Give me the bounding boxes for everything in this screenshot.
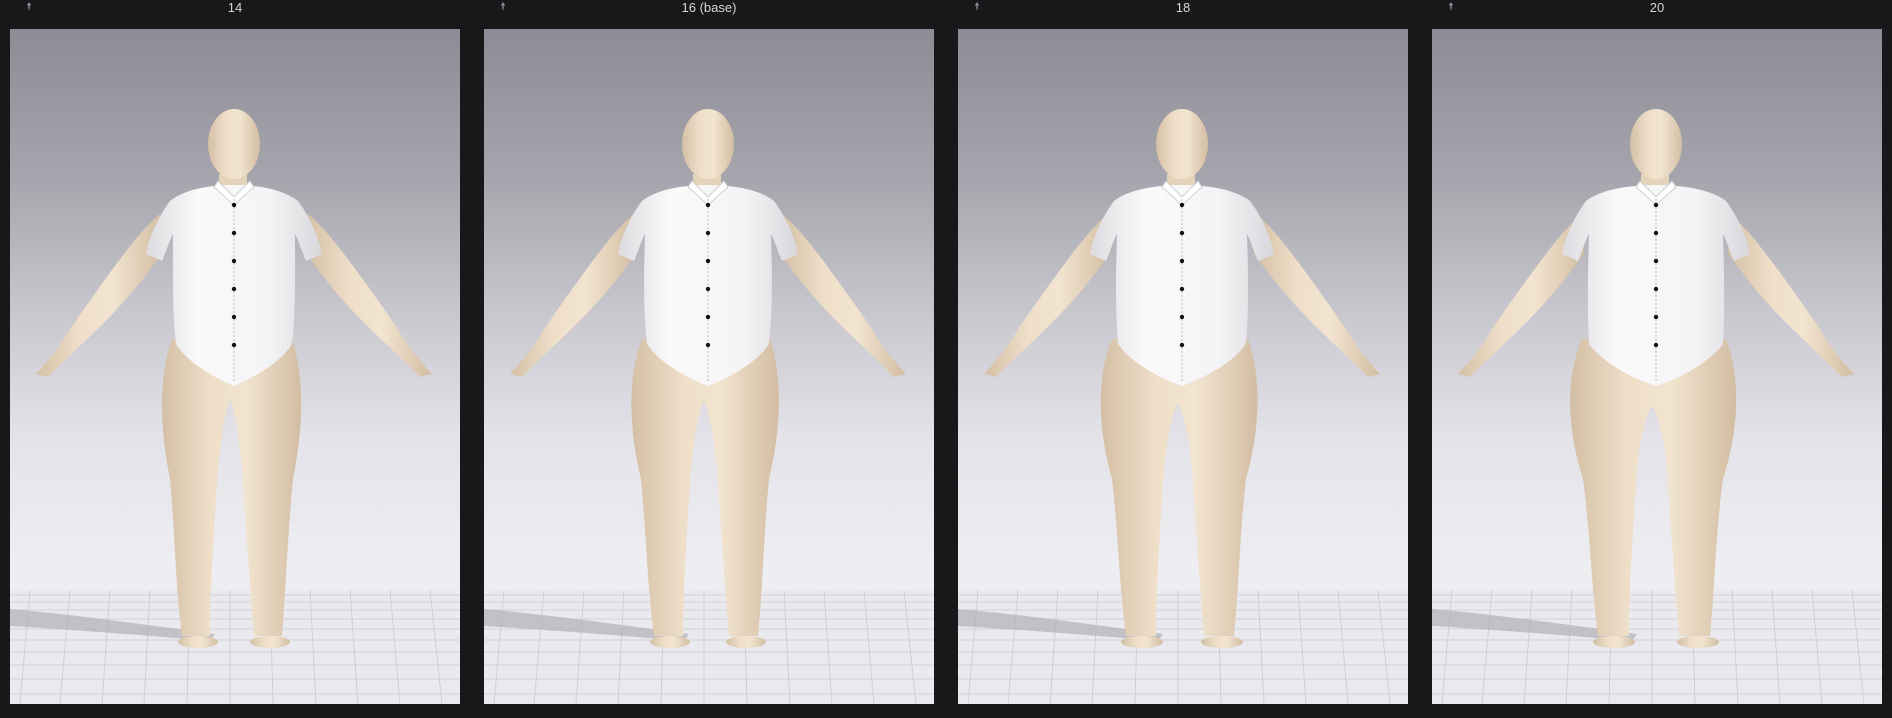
- viewport-panel-3: 18: [958, 0, 1408, 718]
- avatar-scene: [958, 109, 1408, 704]
- 3d-viewport[interactable]: [484, 29, 934, 704]
- avatar: [510, 109, 906, 648]
- 3d-viewport[interactable]: [1432, 29, 1882, 704]
- panel-header: 16 (base): [484, 0, 934, 28]
- size-label: 20: [1649, 0, 1665, 15]
- avatar: [984, 109, 1380, 648]
- 3d-viewport[interactable]: [10, 29, 460, 704]
- 3d-viewport[interactable]: [958, 29, 1408, 704]
- floor-grid: [484, 589, 934, 704]
- avatar-scene: [10, 109, 460, 704]
- viewport-panel-2: 16 (base): [484, 0, 934, 718]
- panel-header: 20: [1432, 0, 1882, 28]
- avatar: [36, 109, 432, 648]
- floor-grid: [10, 589, 460, 704]
- viewport-panel-4: 20: [1432, 0, 1882, 718]
- floor-grid: [1432, 589, 1882, 704]
- avatar-scene: [1432, 109, 1882, 704]
- panel-header: 14: [10, 0, 460, 28]
- panel-header: 18: [958, 0, 1408, 28]
- viewport-panel-1: 14: [10, 0, 460, 718]
- size-label: 18: [1175, 0, 1191, 15]
- avatar-scene: [484, 109, 934, 704]
- size-label: 14: [227, 0, 243, 15]
- floor-grid: [958, 589, 1408, 704]
- size-label: 16 (base): [681, 0, 737, 15]
- avatar: [1458, 109, 1854, 648]
